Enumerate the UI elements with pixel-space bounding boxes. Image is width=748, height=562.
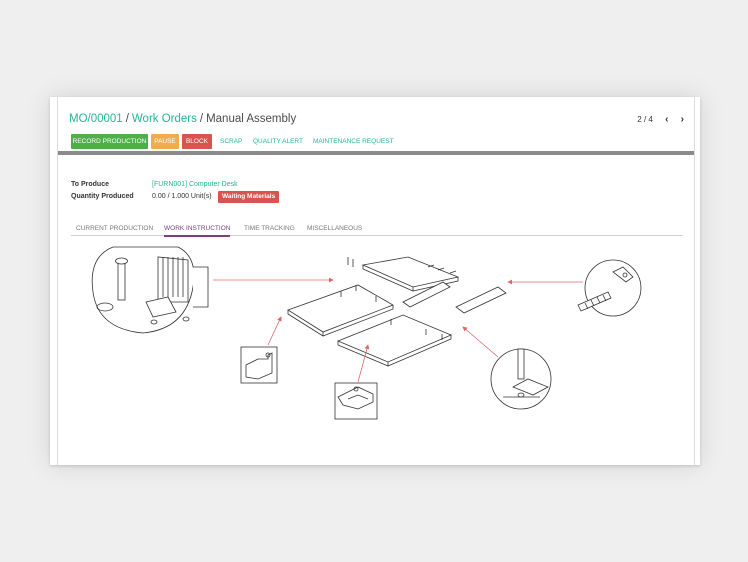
corner-profile-detail-illustration [240,346,278,384]
app-window: MO/00001/Work Orders / Manual Assembly 2 /… [50,97,700,465]
dowel-detail-illustration [577,259,642,317]
cam-lock-detail-illustration [91,246,209,334]
desk-panels-illustration [287,256,507,367]
work-instruction-drawing [91,246,642,420]
edge-profile-detail-illustration [334,382,378,420]
form-sheet: MO/00001/Work Orders / Manual Assembly 2 /… [57,97,695,465]
cam-screw-detail-illustration [490,348,552,410]
